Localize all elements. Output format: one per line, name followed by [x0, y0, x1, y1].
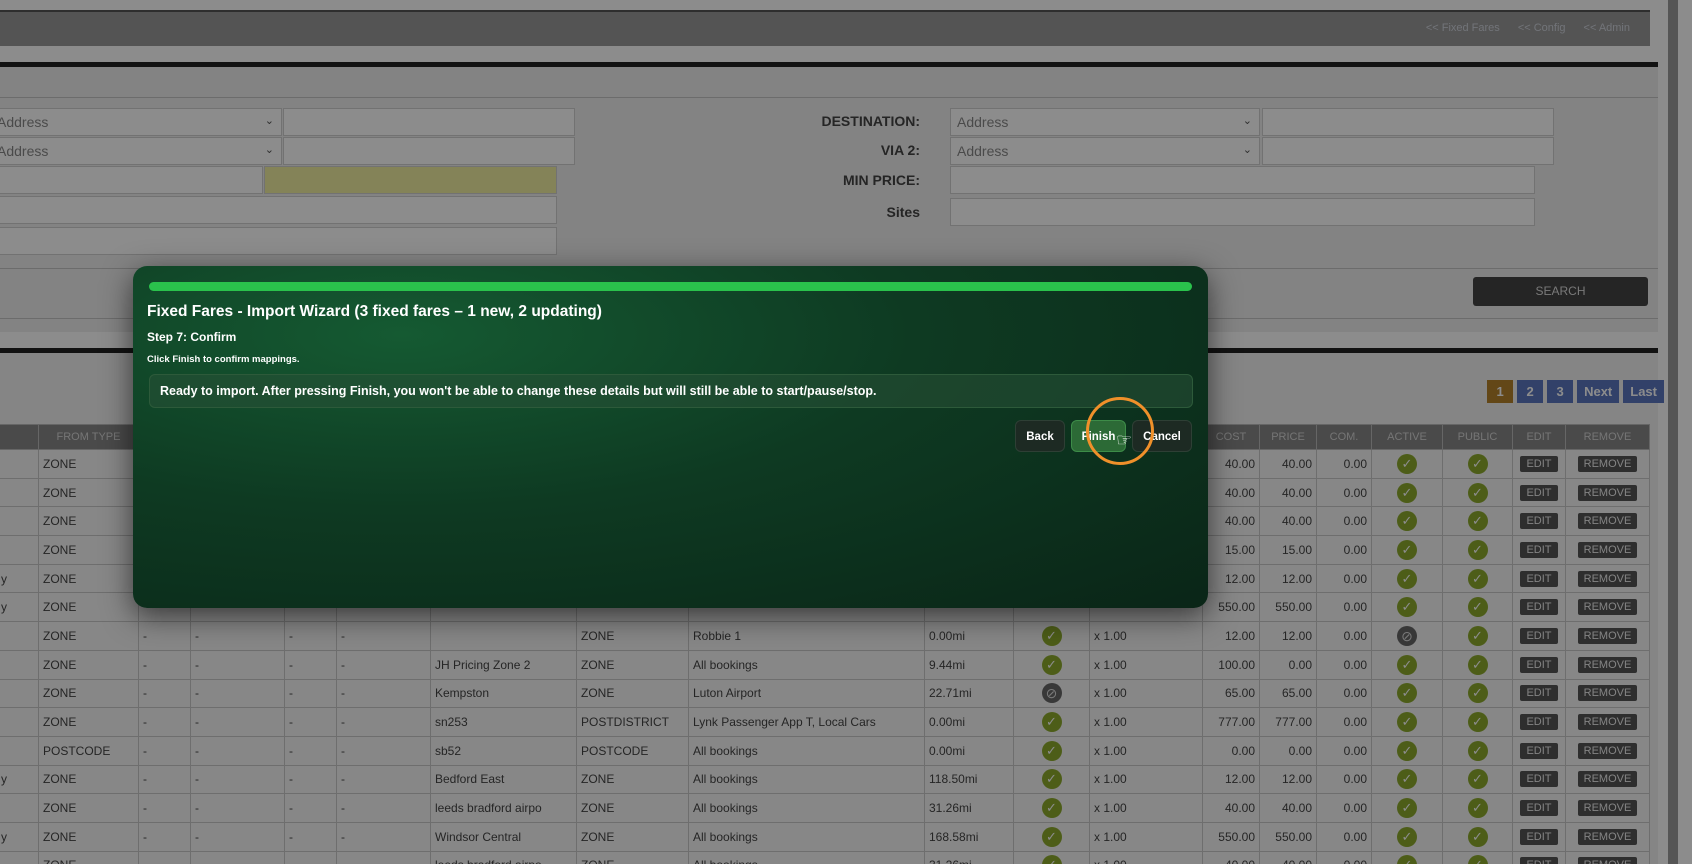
- wizard-message: Ready to import. After pressing Finish, …: [149, 374, 1193, 408]
- wizard-step: Step 7: Confirm: [147, 330, 237, 344]
- wizard-progress-bar: [149, 282, 1192, 291]
- wizard-progress-fill: [149, 282, 1192, 291]
- scrollbar[interactable]: [1668, 0, 1678, 864]
- hand-pointer-icon: ☞: [1116, 430, 1133, 450]
- app-root: << Fixed Fares << Config << Admin Addres…: [0, 0, 1692, 864]
- wizard-hint: Click Finish to confirm mappings.: [147, 354, 300, 365]
- back-button[interactable]: Back: [1015, 420, 1065, 452]
- wizard-title: Fixed Fares - Import Wizard (3 fixed far…: [147, 303, 602, 320]
- import-wizard-modal: Fixed Fares - Import Wizard (3 fixed far…: [133, 266, 1208, 608]
